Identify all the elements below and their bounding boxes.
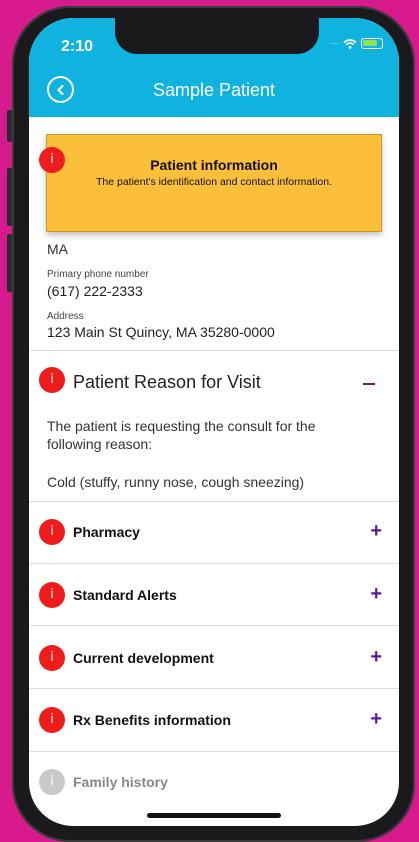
app-header: 2:10 ···· Sample Patient <box>29 18 399 117</box>
info-icon[interactable]: i <box>39 582 65 608</box>
reason-intro: The patient is requesting the consult fo… <box>47 418 316 452</box>
info-icon[interactable]: i <box>39 769 65 795</box>
wifi-icon <box>343 38 357 49</box>
signal-icon: ···· <box>328 39 339 48</box>
section-title: Standard Alerts <box>73 587 177 603</box>
volume-down-button <box>7 234 12 292</box>
section-title: Family history <box>73 774 168 790</box>
info-icon[interactable]: i <box>39 519 65 545</box>
section-title: Pharmacy <box>73 524 140 540</box>
notch <box>115 18 319 54</box>
section-title: Rx Benefits information <box>73 712 231 728</box>
divider <box>29 625 399 626</box>
info-icon[interactable]: i <box>39 645 65 671</box>
expand-icon[interactable]: + <box>370 521 382 541</box>
tooltip-title: Patient information <box>150 157 278 173</box>
divider <box>29 563 399 564</box>
address-value: 123 Main St Quincy, MA 35280-0000 <box>47 324 275 340</box>
divider <box>29 501 399 502</box>
divider <box>29 350 399 351</box>
home-indicator[interactable] <box>147 813 281 818</box>
volume-up-button <box>7 168 12 226</box>
reason-text: Cold (stuffy, runny nose, cough sneezing… <box>47 474 305 490</box>
patient-state: MA <box>47 241 68 257</box>
app-screen: 2:10 ···· Sample Patient MA Primary phon… <box>29 18 399 826</box>
info-tooltip: Patient information The patient's identi… <box>46 134 382 232</box>
divider <box>29 688 399 689</box>
battery-icon <box>361 38 383 49</box>
info-icon[interactable]: i <box>39 707 65 733</box>
expand-icon[interactable]: + <box>370 584 382 604</box>
status-icons: ···· <box>328 38 383 49</box>
collapse-icon[interactable] <box>363 383 375 385</box>
address-label: Address <box>47 311 84 322</box>
expand-icon[interactable]: + <box>370 709 382 729</box>
phone-label: Primary phone number <box>47 269 149 280</box>
divider <box>29 751 399 752</box>
reason-title[interactable]: Patient Reason for Visit <box>73 372 261 393</box>
info-icon[interactable]: i <box>39 367 65 393</box>
phone-value: (617) 222-2333 <box>47 283 143 299</box>
tooltip-description: The patient's identification and contact… <box>95 176 333 188</box>
mute-switch <box>7 110 12 142</box>
page-title: Sample Patient <box>152 80 276 100</box>
info-icon[interactable]: i <box>39 147 65 173</box>
section-title: Current development <box>73 650 214 666</box>
patient-details: MA Primary phone number (617) 222-2333 A… <box>29 117 399 826</box>
expand-icon[interactable]: + <box>370 647 382 667</box>
status-time: 2:10 <box>61 38 94 55</box>
